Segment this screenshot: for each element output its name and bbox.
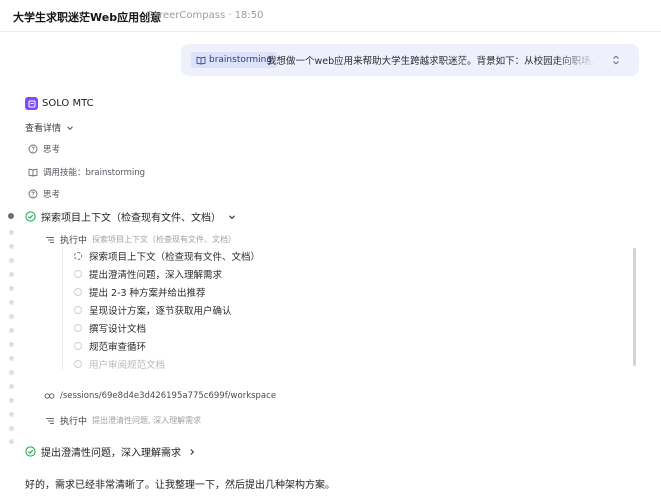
task-label: 探索项目上下文（检查现有文件、文档） — [89, 252, 261, 263]
timeline-dot — [8, 384, 14, 389]
task-label: 提出 2-3 种方案并给出推荐 — [89, 288, 206, 299]
timeline-dot — [8, 398, 14, 403]
check-circle-icon — [25, 211, 36, 222]
think-icon — [27, 189, 38, 200]
timeline-dot — [8, 412, 14, 417]
executing-label: 执行中 — [60, 236, 88, 246]
assistant-message-text: 好的，需求已经非常清晰了。让我整理一下，然后提出几种架构方案。 — [25, 480, 335, 491]
list-icon — [44, 415, 55, 426]
agent-name: SOLO MTC — [42, 98, 94, 109]
expand-icon[interactable] — [609, 53, 623, 67]
timeline-dot — [8, 314, 14, 319]
timeline-dot — [8, 258, 14, 263]
task-item: 用户审阅规范文档 — [74, 357, 165, 369]
list-icon — [44, 234, 55, 245]
task-item: 撰写设计文档 — [74, 321, 146, 335]
executing-task: 探索项目上下文（检查现有文件、文档） — [92, 235, 237, 244]
timeline-dot — [8, 244, 14, 249]
timeline-dot — [8, 356, 14, 361]
timeline-dot — [8, 342, 14, 347]
pending-icon — [74, 360, 82, 368]
pending-icon — [74, 324, 82, 332]
timeline-dot — [8, 230, 14, 235]
check-circle-icon — [25, 446, 36, 457]
agent-logo-icon — [25, 97, 38, 110]
timeline-dot — [8, 286, 14, 291]
pending-icon — [74, 306, 82, 314]
task-label: 提出澄清性问题，深入理解需求 — [89, 270, 223, 281]
step-clarify-questions[interactable]: 提出澄清性问题，深入理解需求 — [25, 444, 197, 459]
skill-chip[interactable]: brainstorming — [191, 52, 278, 68]
executing-task: 提出澄清性问题, 深入理解需求 — [92, 416, 202, 425]
timeline-dot — [8, 439, 14, 444]
task-label: 用户审阅规范文档 — [89, 360, 166, 369]
workspace-path-row[interactable]: /sessions/69e8d4e3d426195a775c699f/works… — [44, 390, 276, 401]
think-label: 思考 — [43, 145, 61, 155]
timeline-dot — [8, 300, 14, 305]
pending-icon — [74, 342, 82, 350]
timeline-dot-active — [8, 213, 14, 219]
task-item: 探索项目上下文（检查现有文件、文档） — [74, 249, 260, 263]
think-row[interactable]: 思考 — [27, 143, 60, 155]
chat-header: 大学生求职迷茫Web应用创意 CareerCompass · 18:50 — [0, 0, 661, 32]
task-item: 提出澄清性问题，深入理解需求 — [74, 267, 222, 281]
task-list[interactable]: 探索项目上下文（检查现有文件、文档） 提出澄清性问题，深入理解需求 提出 2-3… — [62, 246, 642, 369]
step-title: 探索项目上下文（检查现有文件、文档） — [41, 213, 221, 224]
executing-status-row: 执行中 探索项目上下文（检查现有文件、文档） — [44, 233, 236, 246]
chevron-down-icon — [226, 211, 237, 222]
task-label: 规范审查循环 — [89, 342, 147, 353]
pending-icon — [74, 270, 82, 278]
user-message-text: 我想做一个web应用来帮助大学生跨越求职迷茫。背景如下：从校园走向职场, — [267, 56, 594, 67]
task-label: 撰写设计文档 — [89, 324, 147, 335]
view-details-label: 查看详情 — [25, 124, 62, 134]
timeline-dot — [8, 370, 14, 375]
think-row[interactable]: 思考 — [27, 188, 60, 200]
think-label: 思考 — [43, 190, 61, 200]
think-icon — [27, 144, 38, 155]
skill-call-label: 调用技能：brainstorming — [43, 168, 146, 178]
book-icon — [27, 167, 38, 178]
link-icon — [44, 390, 55, 401]
timeline-dot — [8, 272, 14, 277]
chevron-down-icon — [64, 122, 75, 133]
book-icon — [195, 55, 206, 66]
task-item: 规范审查循环 — [74, 339, 146, 353]
task-item: 呈现设计方案，逐节获取用户确认 — [74, 303, 232, 317]
project-time-label: CareerCompass · 18:50 — [146, 10, 264, 21]
user-message-bubble: brainstorming 我想做一个web应用来帮助大学生跨越求职迷茫。背景如… — [181, 44, 639, 76]
task-list-scrollbar[interactable] — [633, 248, 636, 366]
view-details-toggle[interactable]: 查看详情 — [25, 121, 75, 134]
skill-call-row[interactable]: 调用技能：brainstorming — [27, 166, 145, 178]
timeline-dot — [8, 328, 14, 333]
step-title: 提出澄清性问题，深入理解需求 — [41, 448, 181, 459]
chevron-right-icon — [186, 446, 197, 457]
in-progress-icon — [74, 252, 82, 260]
executing-status-row: 执行中 提出澄清性问题, 深入理解需求 — [44, 414, 201, 427]
skill-chip-label: brainstorming — [209, 55, 273, 65]
task-item: 提出 2-3 种方案并给出推荐 — [74, 285, 206, 299]
step-explore-context[interactable]: 探索项目上下文（检查现有文件、文档） — [25, 209, 237, 224]
workspace-path: /sessions/69e8d4e3d426195a775c699f/works… — [60, 390, 277, 401]
task-label: 呈现设计方案，逐节获取用户确认 — [89, 306, 232, 317]
pending-icon — [74, 288, 82, 296]
executing-label: 执行中 — [60, 417, 88, 427]
chat-title: 大学生求职迷茫Web应用创意 — [13, 11, 162, 24]
timeline-dot — [8, 426, 14, 431]
